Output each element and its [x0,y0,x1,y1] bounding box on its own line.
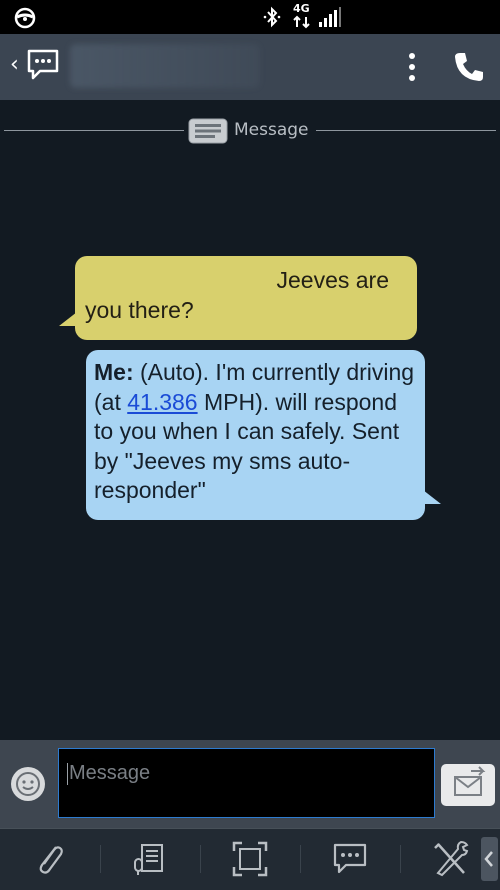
bottom-toolbar [0,828,500,890]
composer-bar: Message [0,740,500,828]
back-chevron-icon[interactable]: ‹ [10,52,19,77]
message-input-placeholder: Message [69,762,151,784]
message-icon [188,118,228,144]
incoming-message-line: you there? [85,296,194,323]
text-cursor [67,762,68,785]
toolbar-separator [100,845,101,873]
thread-divider: Message [0,118,500,144]
sender-label: Me: [94,359,134,385]
tools-icon[interactable] [430,839,470,879]
conversation-header: ‹ [0,34,500,100]
emoji-button[interactable] [11,767,45,801]
quick-reply-icon[interactable] [330,839,370,879]
attach-icon[interactable] [30,839,70,879]
bubble-tail [59,312,77,326]
steering-wheel-icon [14,7,36,29]
network-label: 4G [293,2,310,15]
screenshot-icon[interactable] [230,839,270,879]
divider-label: Message [234,120,309,140]
more-tools-tab[interactable] [481,837,498,881]
bluetooth-icon [263,6,281,28]
call-icon[interactable] [452,50,486,84]
toolbar-separator [300,845,301,873]
voice-memo-icon[interactable] [130,839,170,879]
status-bar: 4G [0,0,500,34]
toolbar-separator [400,845,401,873]
divider-line [4,130,184,131]
incoming-message-line: Jeeves are [276,267,389,293]
toolbar-separator [200,845,201,873]
outgoing-message-bubble[interactable]: Me: (Auto). I'm currently driving (at 41… [86,350,441,520]
send-icon [454,766,486,796]
send-button[interactable] [441,764,495,806]
message-input[interactable]: Message [58,748,435,818]
contact-name-redacted [70,44,260,88]
conversation-icon[interactable] [26,48,60,82]
menu-icon[interactable] [405,51,419,83]
network-4g-icon [293,15,310,29]
emoji-icon [16,772,40,796]
divider-line [316,130,496,131]
incoming-message-bubble[interactable]: Jeeves are you there? [59,256,417,340]
more-chevron-icon [484,851,493,867]
bubble-tail [423,490,441,504]
speed-link[interactable]: 41.386 [127,389,197,415]
signal-bars-icon [319,7,341,27]
